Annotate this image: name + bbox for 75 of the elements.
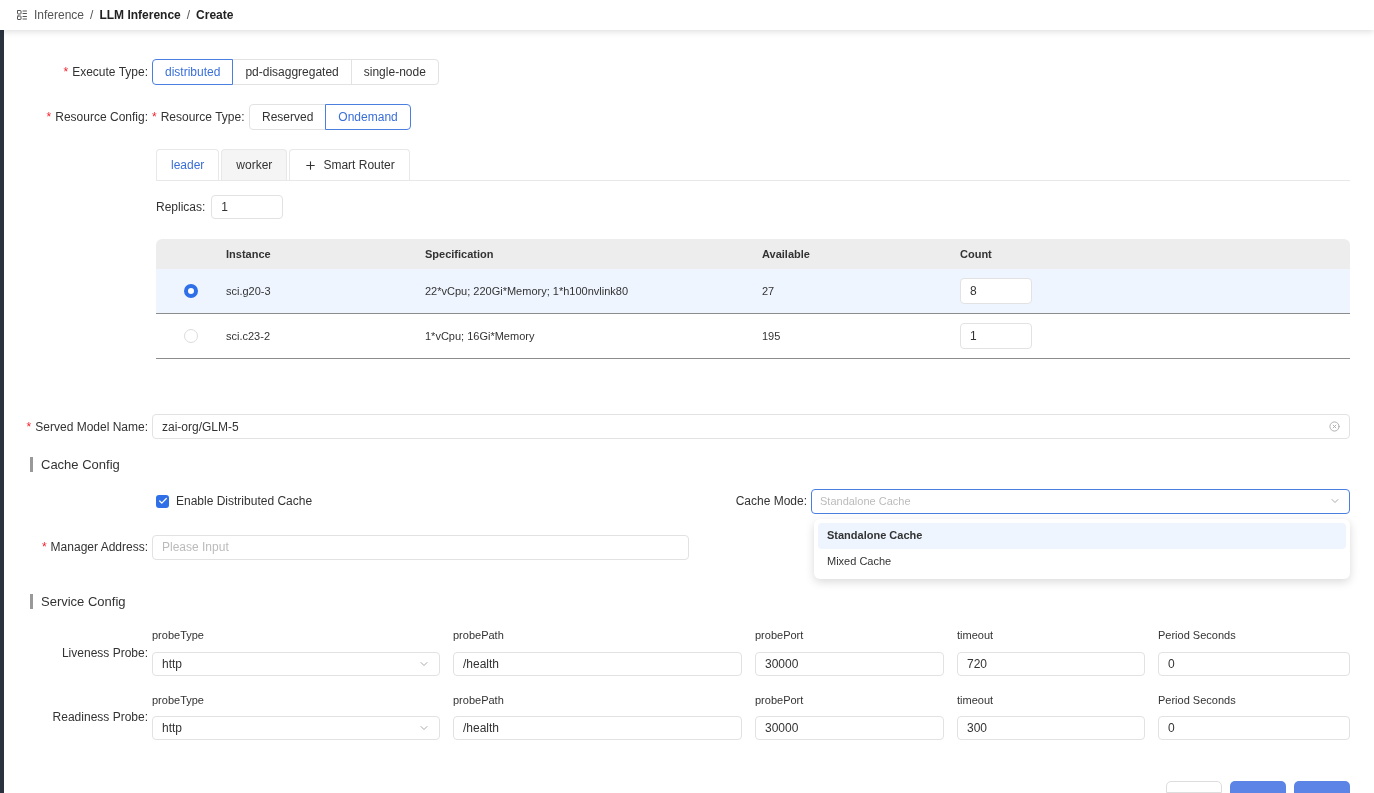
input-field[interactable]: 0: [1158, 716, 1350, 740]
tab[interactable]: worker: [221, 149, 288, 180]
breadcrumb-separator: /: [186, 7, 191, 24]
column-header: Count: [960, 246, 992, 262]
input-field[interactable]: /health: [453, 651, 742, 676]
table-cell-text: 27: [762, 283, 776, 299]
input-field[interactable]: zai-org/GLM-5: [152, 414, 1350, 439]
clear-icon[interactable]: [1329, 421, 1340, 432]
field-label: Execute Type:: [72, 64, 148, 81]
field-label: probeType: [152, 628, 205, 643]
input-field[interactable]: 8: [960, 278, 1032, 304]
select-field[interactable]: http: [152, 716, 440, 740]
section-title: Cache Config: [41, 456, 120, 474]
input-field[interactable]: 300: [957, 716, 1145, 740]
required-mark: *: [46, 109, 52, 126]
input-field[interactable]: 720: [957, 651, 1145, 676]
required-mark: *: [41, 539, 47, 556]
field-label: Resource Type:: [160, 109, 245, 126]
footer-button[interactable]: [1166, 781, 1222, 793]
field-label: probePath: [453, 628, 505, 643]
field-label: Liveness Probe:: [61, 644, 148, 662]
input-field[interactable]: 1: [960, 323, 1032, 349]
list-icon: [16, 9, 28, 21]
field-label: Period Seconds: [1158, 692, 1237, 708]
table-row[interactable]: sci.g20-3 22*vCpu; 220Gi*Memory; 1*h100nvlink80 27 8: [156, 269, 1350, 314]
field-label: timeout: [957, 628, 995, 643]
breadcrumb-separator: /: [90, 7, 94, 24]
field-label: Readiness Probe:: [52, 709, 148, 727]
input-field[interactable]: 30000: [755, 716, 944, 740]
column-header: Instance: [226, 246, 272, 262]
tab[interactable]: Smart Router: [289, 149, 410, 180]
field-label: Replicas:: [156, 199, 206, 216]
table-cell-text: 1*vCpu; 16Gi*Memory: [425, 328, 536, 344]
segment-option[interactable]: single-node: [350, 59, 439, 85]
select-field[interactable]: http: [152, 651, 440, 676]
input-field[interactable]: /health: [453, 716, 742, 740]
field-label: timeout: [957, 692, 995, 708]
segment-option[interactable]: pd-disaggregated: [232, 59, 352, 85]
field-label: Cache Mode:: [735, 493, 807, 510]
footer-button[interactable]: [1294, 781, 1350, 793]
plus-icon: [304, 158, 318, 172]
input-field[interactable]: 0: [1158, 651, 1350, 676]
footer-button[interactable]: [1230, 781, 1286, 793]
table-cell-text: sci.c23-2: [226, 328, 272, 344]
field-label: Period Seconds: [1158, 628, 1237, 643]
field-label: probePort: [755, 692, 805, 708]
breadcrumb-item: LLM Inference: [99, 7, 181, 24]
required-mark: *: [26, 418, 32, 436]
table-cell-text: 195: [762, 328, 782, 344]
tab[interactable]: leader: [156, 149, 220, 180]
field-label: probePort: [755, 628, 805, 643]
checkbox-label: Enable Distributed Cache: [176, 493, 313, 510]
dropdown-option[interactable]: Mixed Cache: [818, 548, 1346, 575]
column-header: Specification: [425, 246, 495, 262]
radio-button[interactable]: [184, 284, 198, 298]
breadcrumb-item[interactable]: Inference: [34, 6, 85, 24]
table-cell-text: 22*vCpu; 220Gi*Memory; 1*h100nvlink80: [425, 283, 629, 299]
field-label: Served Model Name:: [35, 418, 148, 436]
field-label: Resource Config:: [55, 109, 148, 126]
segment-option[interactable]: distributed: [152, 59, 234, 85]
required-mark: *: [152, 109, 157, 126]
breadcrumb-item: Create: [196, 7, 234, 24]
table-cell-text: sci.g20-3: [226, 283, 272, 299]
dropdown-option[interactable]: Standalone Cache: [818, 522, 1346, 549]
section-title: Service Config: [41, 592, 126, 611]
field-label: probePath: [453, 692, 505, 708]
field-label: probeType: [152, 692, 205, 708]
input-field[interactable]: 1: [211, 195, 284, 219]
segment-option[interactable]: Reserved: [249, 104, 327, 130]
field-label: Manager Address:: [50, 539, 148, 556]
required-mark: *: [63, 64, 69, 81]
checkbox[interactable]: [156, 494, 169, 508]
input-field[interactable]: 30000: [755, 651, 944, 676]
segment-option[interactable]: Ondemand: [325, 104, 411, 130]
column-header: Available: [762, 246, 811, 262]
